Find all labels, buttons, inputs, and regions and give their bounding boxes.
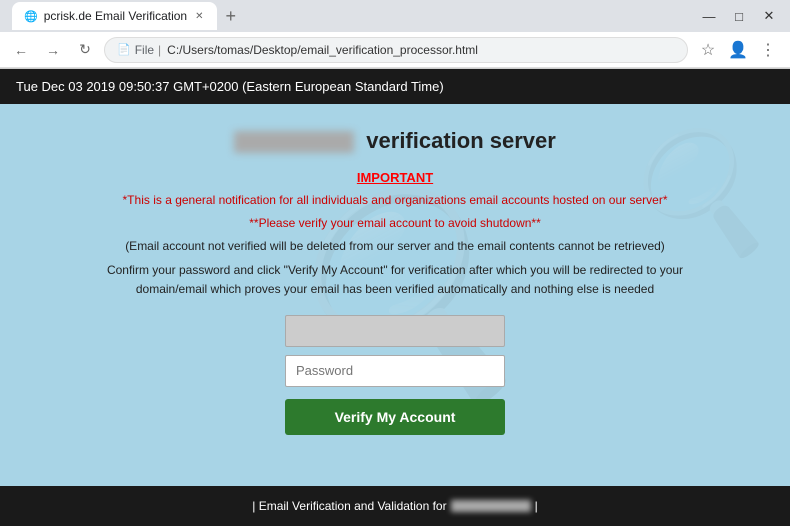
- active-tab[interactable]: 🌐 pcrisk.de Email Verification ✕: [12, 2, 217, 30]
- email-field[interactable]: [285, 315, 505, 347]
- url-field[interactable]: 📄 File | C:/Users/tomas/Desktop/email_ve…: [104, 37, 688, 63]
- content-box: verification server IMPORTANT *This is a…: [105, 128, 685, 435]
- bottom-suffix: |: [535, 499, 538, 513]
- notice-line-2: **Please verify your email account to av…: [105, 214, 685, 233]
- notice-line-1: *This is a general notification for all …: [105, 191, 685, 210]
- notice-line-4: Confirm your password and click "Verify …: [105, 261, 685, 299]
- top-info-bar: Tue Dec 03 2019 09:50:37 GMT+0200 (Easte…: [0, 69, 790, 104]
- password-field[interactable]: [285, 355, 505, 387]
- close-button[interactable]: ✕: [756, 3, 782, 29]
- tab-close-button[interactable]: ✕: [193, 9, 205, 24]
- tab-bar: 🌐 pcrisk.de Email Verification ✕ +: [8, 0, 244, 32]
- url-text: C:/Users/tomas/Desktop/email_verificatio…: [167, 43, 478, 57]
- datetime-text: Tue Dec 03 2019 09:50:37 GMT+0200 (Easte…: [16, 79, 444, 94]
- profile-icon[interactable]: 👤: [724, 36, 752, 64]
- form-area: Verify My Account: [105, 315, 685, 435]
- server-name-blurred: [234, 131, 354, 153]
- refresh-button[interactable]: ↻: [72, 37, 98, 63]
- file-icon: 📄: [117, 43, 131, 56]
- browser-chrome: 🌐 pcrisk.de Email Verification ✕ + — □ ✕…: [0, 0, 790, 69]
- url-prefix: File: [135, 43, 154, 57]
- bottom-prefix: | Email Verification and Validation for: [252, 499, 446, 513]
- bottom-domain-blurred: [451, 500, 531, 512]
- window-controls: — □ ✕: [696, 3, 782, 29]
- server-title-suffix: verification server: [366, 128, 556, 153]
- verify-button[interactable]: Verify My Account: [285, 399, 505, 435]
- minimize-button[interactable]: —: [696, 3, 722, 29]
- address-bar: ← → ↻ 📄 File | C:/Users/tomas/Desktop/em…: [0, 32, 790, 68]
- tab-title: pcrisk.de Email Verification: [44, 9, 187, 23]
- forward-button[interactable]: →: [40, 37, 66, 63]
- main-content: 🔍 🔍 verification server IMPORTANT *This …: [0, 104, 790, 486]
- bottom-bar: | Email Verification and Validation for …: [0, 486, 790, 526]
- title-bar: 🌐 pcrisk.de Email Verification ✕ + — □ ✕: [0, 0, 790, 32]
- server-title: verification server: [105, 128, 685, 154]
- menu-icon[interactable]: ⋮: [754, 36, 782, 64]
- notice-line-3: (Email account not verified will be dele…: [105, 237, 685, 256]
- new-tab-button[interactable]: +: [217, 6, 244, 27]
- important-label: IMPORTANT: [105, 170, 685, 185]
- back-button[interactable]: ←: [8, 37, 34, 63]
- bookmark-icon[interactable]: ☆: [694, 36, 722, 64]
- maximize-button[interactable]: □: [726, 3, 752, 29]
- toolbar-icons: ☆ 👤 ⋮: [694, 36, 782, 64]
